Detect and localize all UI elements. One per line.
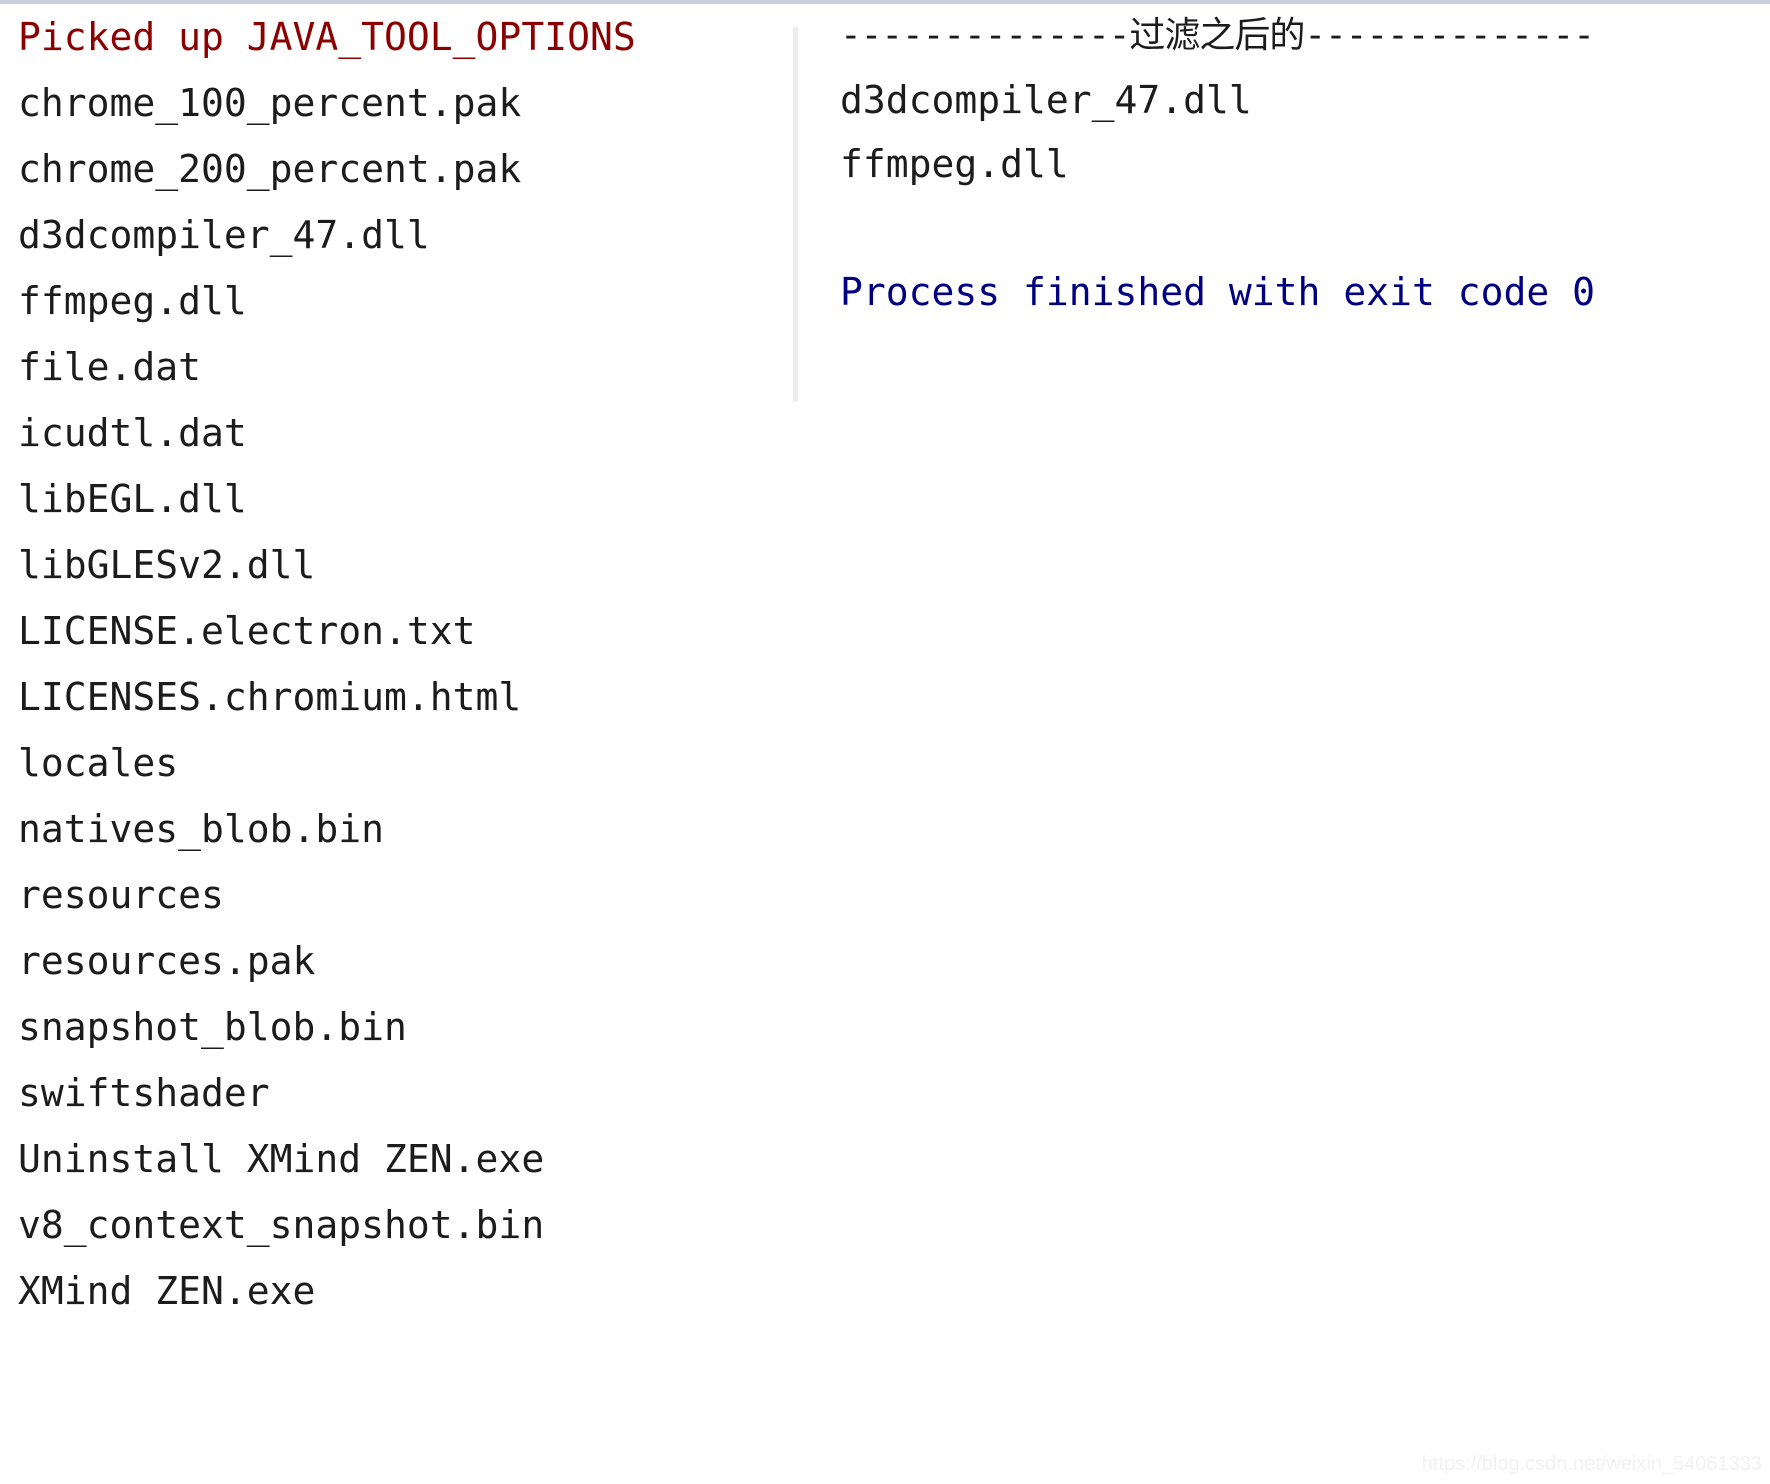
right_column-line bbox=[840, 196, 1770, 260]
left_column-line: LICENSES.chromium.html bbox=[18, 675, 522, 719]
left_column-line: chrome_100_percent.pak bbox=[18, 81, 522, 125]
left_column-line: d3dcompiler_47.dll bbox=[18, 213, 430, 257]
left_column-line: resources bbox=[18, 873, 224, 917]
left_column-line: file.dat bbox=[18, 345, 202, 389]
left_column-line: Uninstall XMind ZEN.exe bbox=[18, 1137, 545, 1181]
console-right-column[interactable]: --------------过滤之后的-------------- d3dcomp… bbox=[840, 4, 1770, 324]
left_column-line: swiftshader bbox=[18, 1071, 270, 1115]
left_column-line: libGLESv2.dll bbox=[18, 543, 316, 587]
right_column-line: Process finished with exit code 0 bbox=[840, 270, 1595, 314]
console-output-panel[interactable]: Picked up JAVA_TOOL_OPTIONS chrome_100_pe… bbox=[0, 0, 1770, 1484]
left_column-line: ffmpeg.dll bbox=[18, 279, 247, 323]
left_column-line: icudtl.dat bbox=[18, 411, 247, 455]
left_column-line: Picked up JAVA_TOOL_OPTIONS bbox=[18, 15, 636, 59]
console-left-column[interactable]: Picked up JAVA_TOOL_OPTIONS chrome_100_pe… bbox=[18, 4, 778, 1324]
left_column-line: resources.pak bbox=[18, 939, 316, 983]
left_column-line: XMind ZEN.exe bbox=[18, 1269, 316, 1313]
watermark: https://blog.csdn.net/weixin_54061333 bbox=[1421, 1453, 1762, 1475]
left_column-line: LICENSE.electron.txt bbox=[18, 609, 476, 653]
left_column-line: snapshot_blob.bin bbox=[18, 1005, 407, 1049]
left_column-line: libEGL.dll bbox=[18, 477, 247, 521]
left_column-line: chrome_200_percent.pak bbox=[18, 147, 522, 191]
right_column-line: ffmpeg.dll bbox=[840, 142, 1069, 186]
left_column-line: natives_blob.bin bbox=[18, 807, 385, 851]
right_column-line: d3dcompiler_47.dll bbox=[840, 78, 1252, 122]
left_column-line: v8_context_snapshot.bin bbox=[18, 1203, 545, 1247]
left_column-line: locales bbox=[18, 741, 179, 785]
column-divider bbox=[793, 27, 798, 402]
right_column-line: --------------过滤之后的-------------- bbox=[840, 15, 1595, 56]
